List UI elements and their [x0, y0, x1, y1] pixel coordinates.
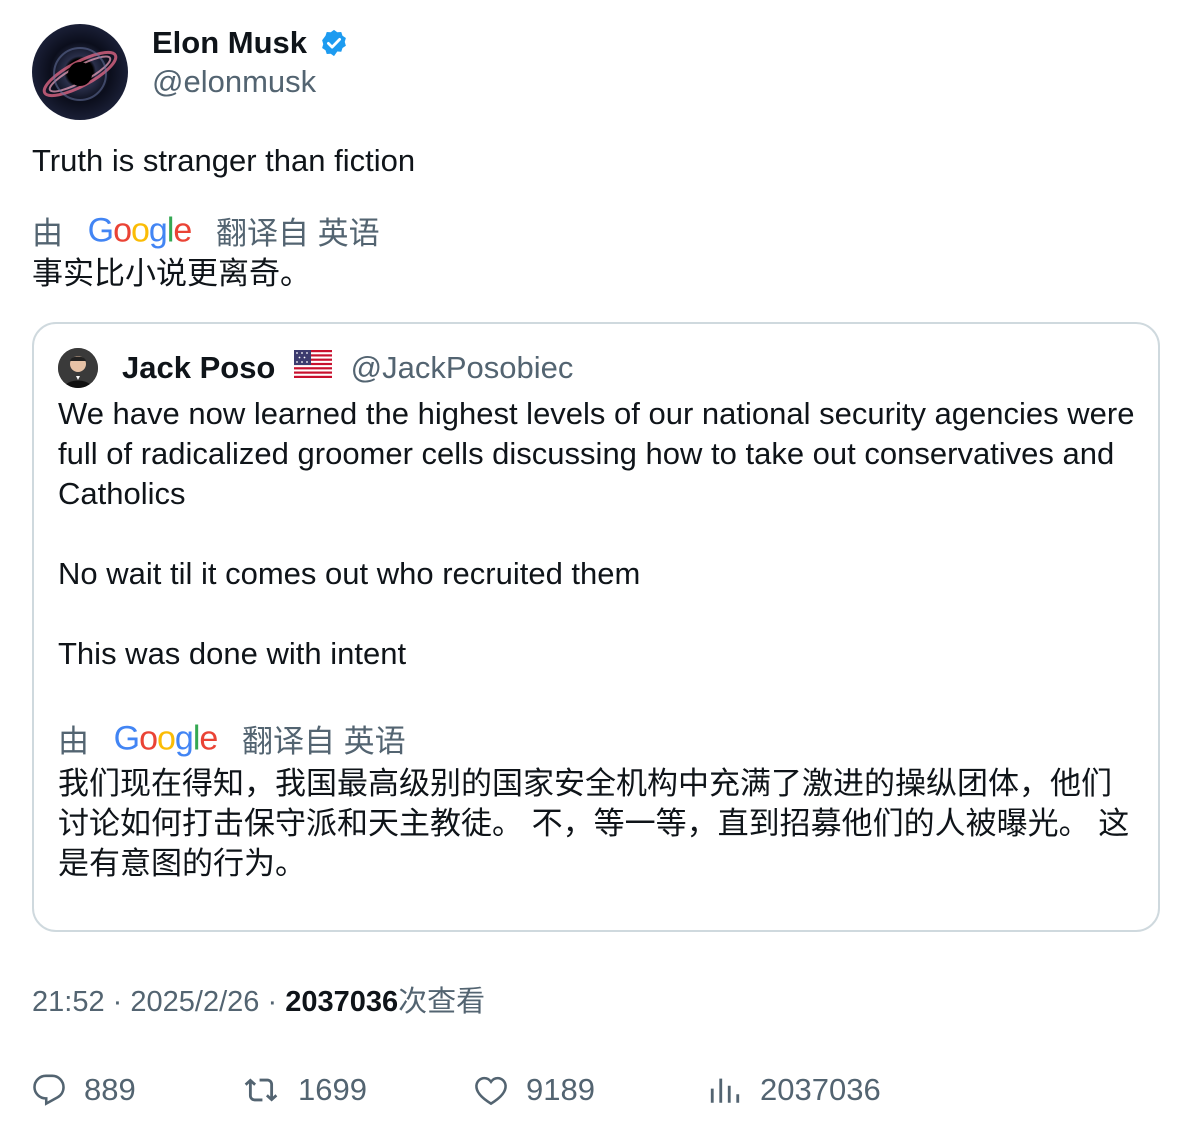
views-action-count: 2037036: [760, 1072, 881, 1107]
like-count: 9189: [526, 1072, 595, 1107]
quote-tweet[interactable]: Jack Poso @JackPosobiec We have now lear…: [32, 322, 1160, 932]
retweet-button[interactable]: 1699: [242, 1068, 367, 1112]
retweet-count: 1699: [298, 1072, 367, 1107]
author-name[interactable]: Elon Musk: [152, 25, 307, 60]
quote-translation-suffix: 翻译自 英语: [241, 724, 406, 759]
views-count: 2037036: [285, 986, 399, 1018]
translated-text: 事实比小说更离奇。: [32, 256, 311, 291]
quote-author-name[interactable]: Jack Poso: [122, 350, 275, 385]
translation-prefix: 由: [32, 216, 63, 251]
heart-icon: [475, 1076, 507, 1106]
bar-chart-icon: [710, 1078, 740, 1103]
author-avatar[interactable]: [32, 24, 128, 120]
quote-translation-prefix: 由: [58, 724, 89, 759]
like-button[interactable]: 9189: [474, 1068, 595, 1112]
views-label: 次查看: [398, 986, 486, 1018]
tweet-time[interactable]: 21:52: [32, 986, 105, 1018]
quote-text: We have now learned the highest levels o…: [58, 396, 1135, 671]
views-button[interactable]: 2037036: [708, 1068, 881, 1112]
us-flag-icon: [294, 348, 332, 388]
retweet-icon: [244, 1078, 278, 1102]
quote-author-handle[interactable]: @JackPosobiec: [351, 350, 574, 385]
reply-icon: [33, 1074, 65, 1106]
tweet-date[interactable]: 2025/2/26: [130, 986, 259, 1018]
action-bar: 889 1699 9189 2037036: [32, 1068, 1162, 1112]
tweet-meta: 21:52 · 2025/2/26 · 2037036次查看: [32, 982, 485, 1022]
meta-separator: ·: [112, 986, 123, 1018]
author-handle[interactable]: @elonmusk: [152, 64, 316, 100]
tweet-text: Truth is stranger than fiction: [32, 143, 416, 178]
meta-separator: ·: [267, 986, 278, 1018]
translation-attribution: 由 Google 翻译自 英语: [32, 208, 380, 251]
google-logo: Google: [113, 719, 219, 758]
google-logo: Google: [87, 211, 193, 250]
reply-count: 889: [84, 1072, 136, 1107]
reply-button[interactable]: 889: [32, 1068, 136, 1112]
quote-translated-text: 我们现在得知，我国最高级别的国家安全机构中充满了激进的操纵团体，他们讨论如何打击…: [58, 766, 1130, 881]
quote-avatar[interactable]: [58, 348, 98, 388]
translation-suffix: 翻译自 英语: [215, 216, 380, 251]
verified-badge-icon: [319, 28, 349, 63]
quote-translation-attribution: 由 Google 翻译自 英语: [58, 716, 406, 759]
